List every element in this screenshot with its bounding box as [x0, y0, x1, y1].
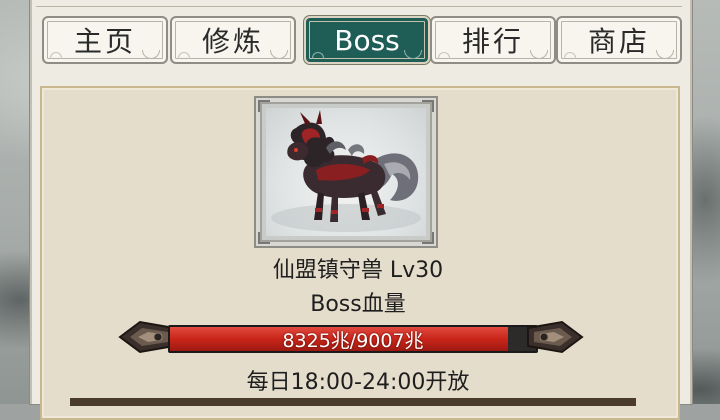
boss-name: 仙盟镇守兽 Lv30	[272, 258, 444, 283]
panel-top-border	[36, 0, 682, 7]
tab-ranking-label: 排行	[461, 25, 524, 58]
cloud-ornament-icon	[270, 50, 288, 59]
tab-shop[interactable]: 商店	[556, 16, 682, 64]
qilin-beast-icon	[271, 110, 421, 232]
open-time-text: 每日18:00-24:00开放	[246, 370, 470, 395]
cloud-ornament-icon	[404, 50, 422, 59]
hp-track: 8325兆/9007兆	[168, 325, 538, 353]
tab-shop-label: 商店	[587, 25, 650, 58]
cloud-ornament-icon	[564, 52, 576, 59]
boss-portrait	[266, 108, 426, 236]
boss-hp-label: Boss血量	[310, 292, 406, 317]
frame-corner-icon	[422, 100, 434, 112]
boss-portrait-frame[interactable]	[254, 96, 438, 248]
tab-home-label: 主页	[73, 25, 136, 58]
frame-corner-icon	[258, 232, 270, 244]
cloud-ornament-icon	[438, 52, 450, 59]
cloud-ornament-icon	[530, 50, 548, 59]
cloud-ornament-icon	[656, 50, 674, 59]
cloud-ornament-icon	[142, 50, 160, 59]
cloud-ornament-icon	[312, 52, 324, 59]
tab-cultivate-label: 修炼	[201, 25, 264, 58]
tab-cultivate[interactable]: 修炼	[170, 16, 296, 64]
hp-bar-right-ornament-icon	[527, 320, 584, 354]
cloud-ornament-icon	[50, 52, 62, 59]
hp-value: 8325兆/9007兆	[282, 329, 424, 352]
frame-corner-icon	[258, 100, 270, 112]
tab-ranking[interactable]: 排行	[430, 16, 556, 64]
frame-corner-icon	[422, 232, 434, 244]
cloud-ornament-icon	[178, 52, 190, 59]
tab-boss-label: Boss	[334, 23, 400, 57]
action-bar-edge[interactable]	[70, 398, 636, 406]
tab-home[interactable]: 主页	[42, 16, 168, 64]
tab-boss[interactable]: Boss	[304, 16, 430, 64]
boss-hp-bar: 8325兆/9007兆	[118, 316, 584, 358]
tab-bar: 主页 修炼 Boss 排行 商店	[42, 16, 682, 64]
